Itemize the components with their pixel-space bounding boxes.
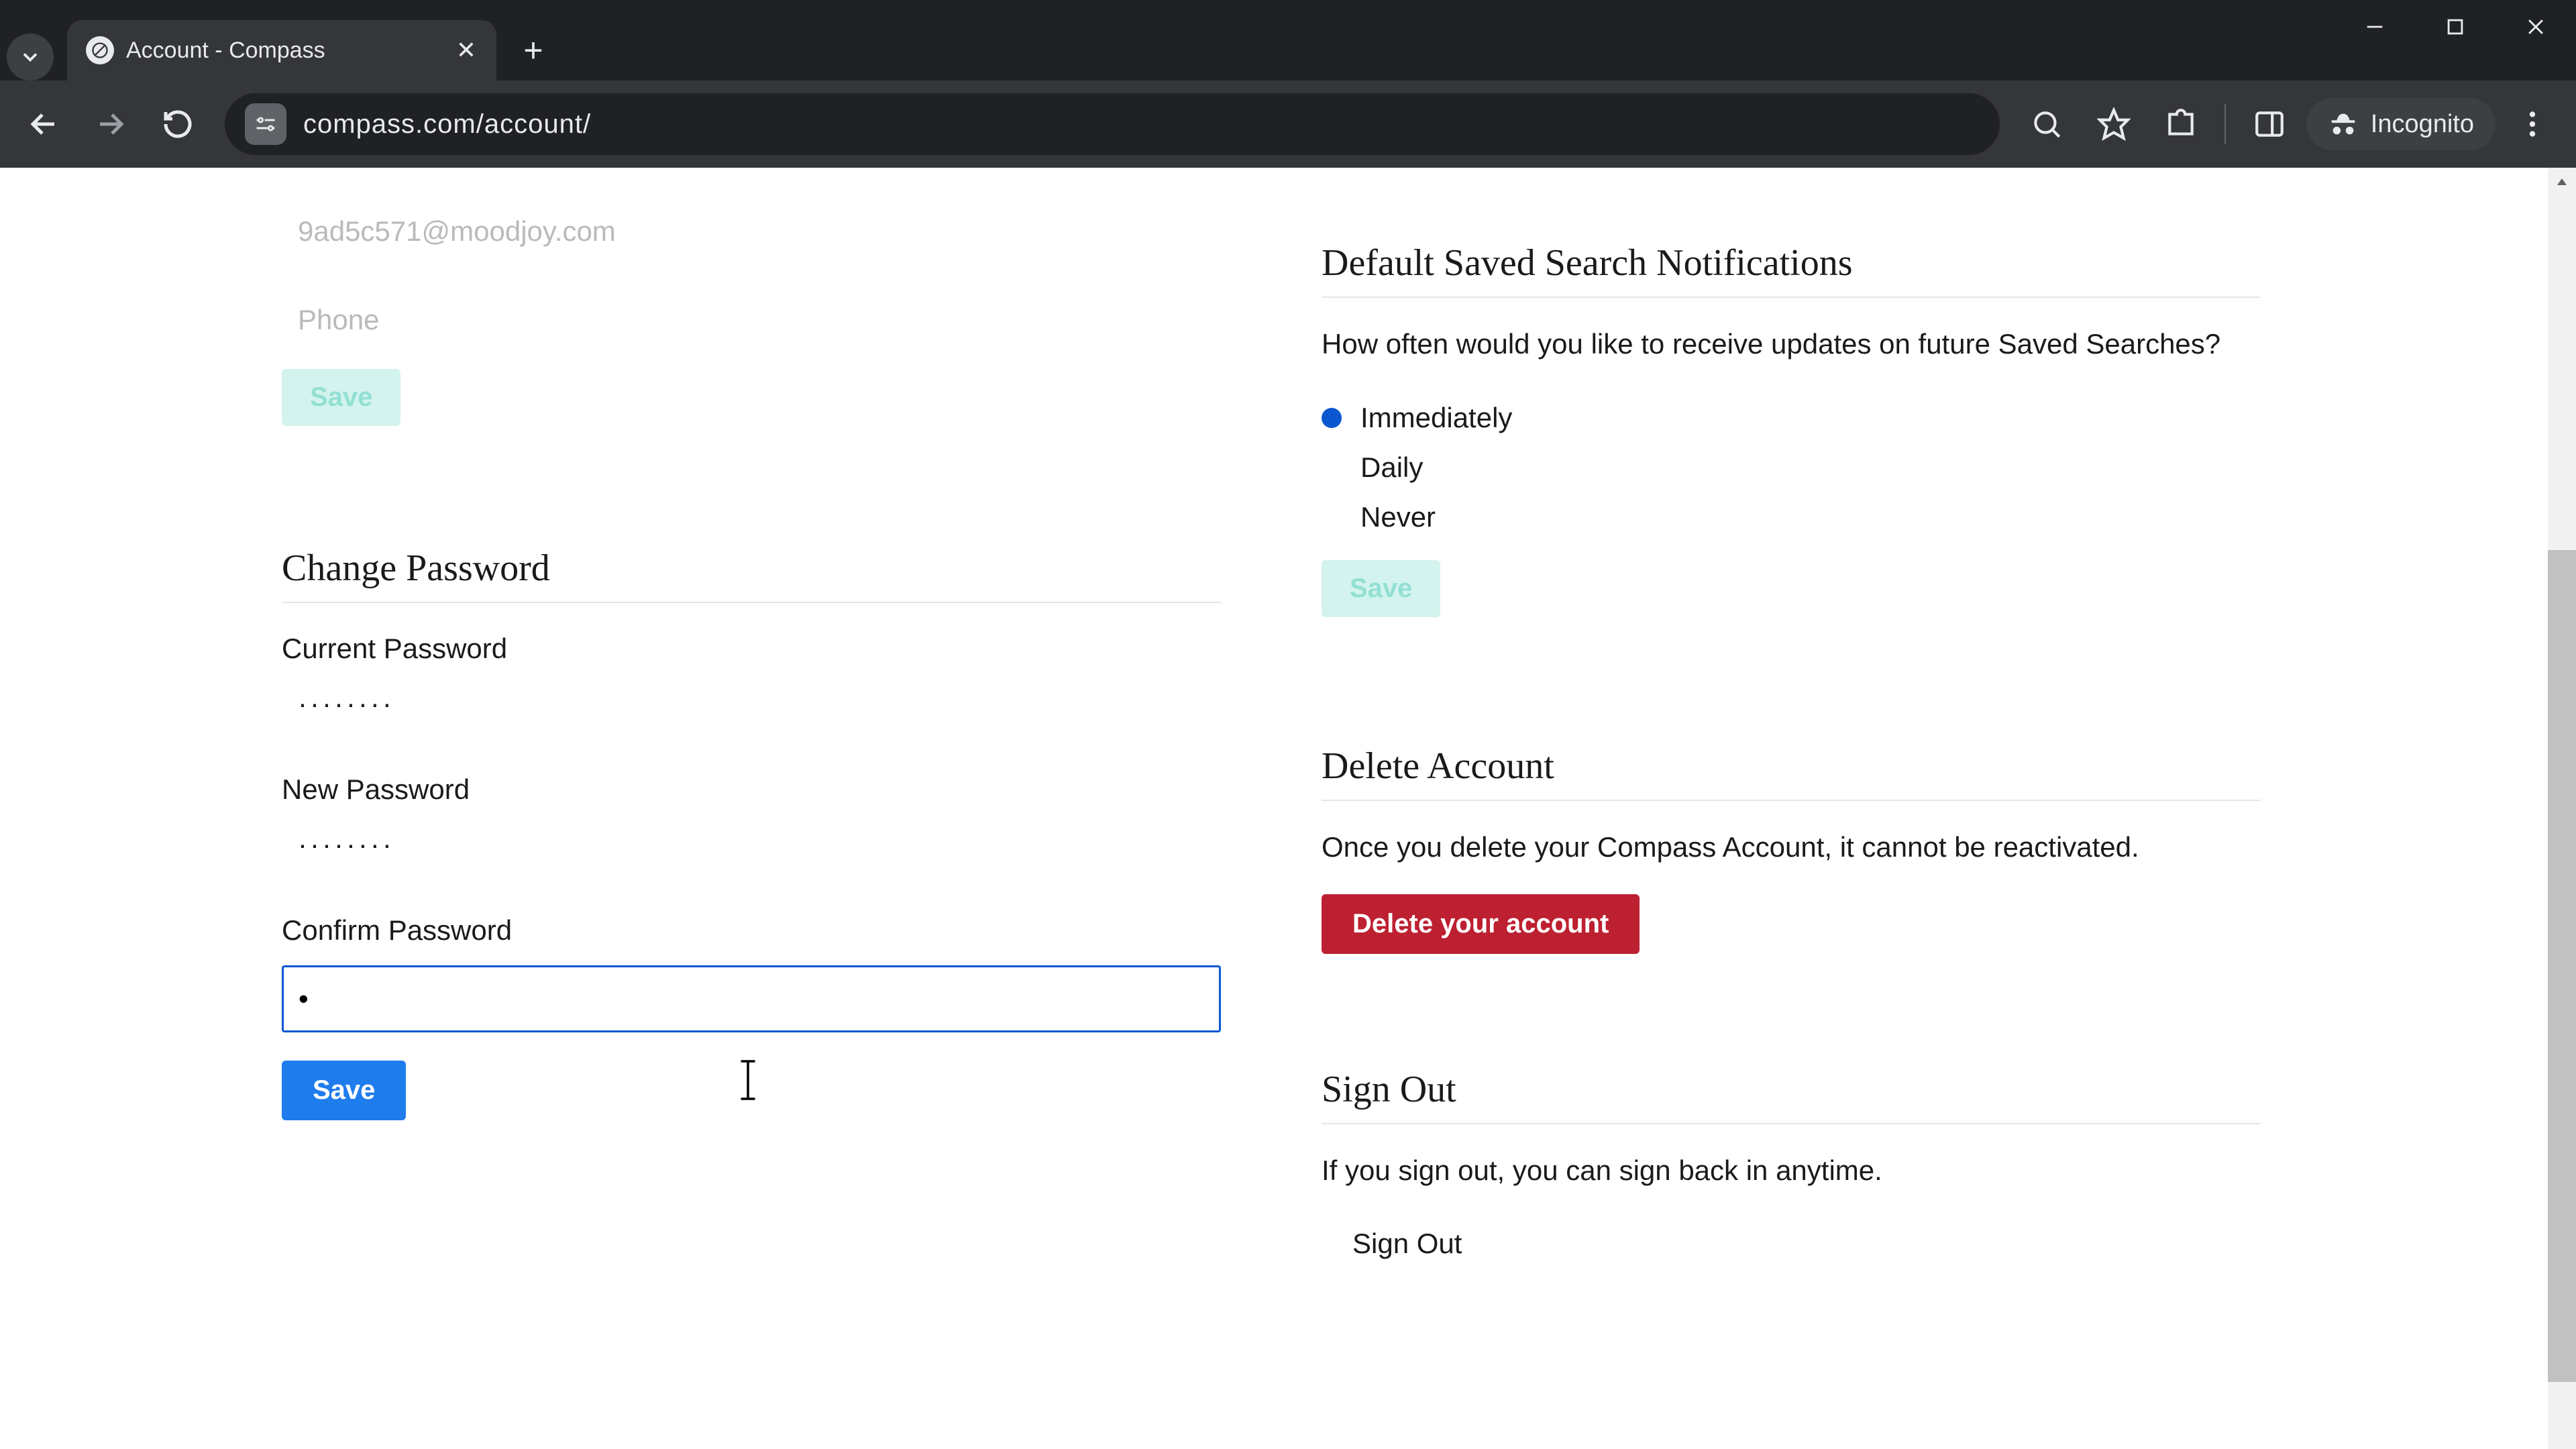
- radio-option-daily[interactable]: Daily: [1322, 451, 2261, 484]
- incognito-label: Incognito: [2371, 110, 2474, 139]
- address-bar[interactable]: compass.com/account/: [225, 93, 2000, 155]
- url-text: compass.com/account/: [303, 109, 591, 140]
- section-divider: [1322, 800, 2261, 801]
- email-field[interactable]: 9ad5c571@moodjoy.com: [282, 195, 1221, 268]
- incognito-icon: [2328, 109, 2359, 140]
- section-divider: [1322, 1123, 2261, 1124]
- password-save-button[interactable]: Save: [282, 1061, 406, 1120]
- phone-field[interactable]: Phone: [282, 283, 1221, 357]
- extensions-icon[interactable]: [2151, 94, 2211, 154]
- email-value: 9ad5c571@moodjoy.com: [298, 215, 616, 248]
- compass-favicon-icon: [86, 36, 114, 64]
- radio-label: Immediately: [1360, 402, 1512, 434]
- phone-placeholder: Phone: [298, 304, 379, 336]
- bookmark-star-icon[interactable]: [2084, 94, 2144, 154]
- delete-account-heading: Delete Account: [1322, 745, 2261, 788]
- vertical-scrollbar-thumb[interactable]: [2548, 550, 2576, 1382]
- saved-search-save-button[interactable]: Save: [1322, 560, 1440, 617]
- tab-title: Account - Compass: [126, 38, 325, 64]
- radio-option-immediately[interactable]: Immediately: [1322, 402, 2261, 434]
- page-viewport: 9ad5c571@moodjoy.com Phone Save Change P…: [0, 168, 2576, 1449]
- radio-dot-icon: [1322, 458, 1342, 478]
- radio-option-never[interactable]: Never: [1322, 501, 2261, 533]
- saved-search-heading: Default Saved Search Notifications: [1322, 241, 2261, 284]
- new-password-label: New Password: [282, 773, 1221, 806]
- browser-menu-button[interactable]: [2502, 94, 2563, 154]
- sign-out-description: If you sign out, you can sign back in an…: [1322, 1151, 2261, 1191]
- new-tab-button[interactable]: +: [513, 30, 553, 70]
- current-password-label: Current Password: [282, 633, 1221, 665]
- sign-out-button[interactable]: Sign Out: [1322, 1213, 1493, 1275]
- new-password-field[interactable]: ········: [282, 806, 1221, 867]
- browser-tab-active[interactable]: Account - Compass ✕: [67, 20, 496, 80]
- nav-back-button[interactable]: [13, 94, 74, 154]
- current-password-field[interactable]: ········: [282, 665, 1221, 727]
- saved-search-description: How often would you like to receive upda…: [1322, 325, 2261, 364]
- sign-out-heading: Sign Out: [1322, 1068, 2261, 1111]
- confirm-password-label: Confirm Password: [282, 914, 1221, 947]
- delete-account-description: Once you delete your Compass Account, it…: [1322, 828, 2261, 867]
- window-maximize-button[interactable]: [2415, 0, 2496, 54]
- profile-save-button[interactable]: Save: [282, 369, 400, 426]
- nav-forward-button[interactable]: [80, 94, 141, 154]
- browser-titlebar: Account - Compass ✕ +: [0, 0, 2576, 80]
- section-divider: [1322, 297, 2261, 298]
- radio-dot-icon: [1322, 507, 1342, 527]
- radio-label: Daily: [1360, 451, 1423, 484]
- change-password-heading: Change Password: [282, 547, 1221, 590]
- window-minimize-button[interactable]: [2334, 0, 2415, 54]
- window-close-button[interactable]: [2496, 0, 2576, 54]
- delete-account-button[interactable]: Delete your account: [1322, 894, 1640, 954]
- incognito-badge[interactable]: Incognito: [2306, 98, 2496, 150]
- confirm-password-field[interactable]: [282, 965, 1221, 1032]
- section-divider: [282, 602, 1221, 603]
- tab-close-button[interactable]: ✕: [456, 36, 476, 64]
- tab-search-button[interactable]: [7, 34, 54, 80]
- radio-label: Never: [1360, 501, 1436, 533]
- scrollbar-up-arrow-icon[interactable]: [2548, 168, 2576, 196]
- search-icon[interactable]: [2017, 94, 2077, 154]
- site-info-button[interactable]: [245, 103, 286, 145]
- nav-reload-button[interactable]: [148, 94, 208, 154]
- radio-dot-icon: [1322, 408, 1342, 428]
- toolbar-divider: [2224, 104, 2226, 144]
- sidepanel-icon[interactable]: [2239, 94, 2300, 154]
- browser-toolbar: compass.com/account/ Incognito: [0, 80, 2576, 168]
